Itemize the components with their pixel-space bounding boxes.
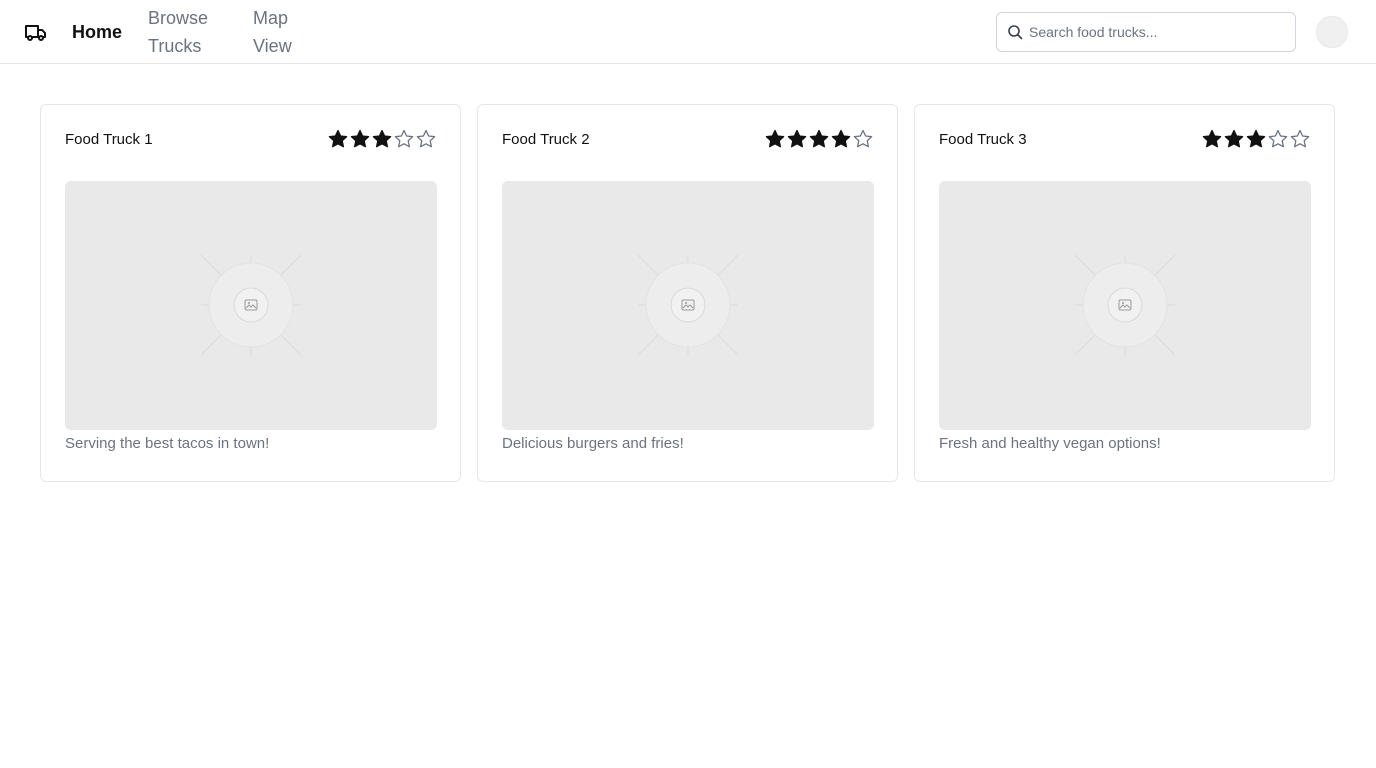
image-placeholder-icon — [200, 254, 302, 356]
nav-map-line1: Map — [253, 8, 289, 28]
search-input[interactable] — [1029, 13, 1289, 51]
star-filled-icon — [1246, 129, 1266, 148]
truck-icon[interactable] — [24, 21, 48, 43]
star-filled-icon — [1202, 129, 1222, 148]
star-filled-icon — [787, 129, 807, 148]
star-filled-icon — [831, 129, 851, 148]
nav-map-line2: View — [253, 36, 292, 56]
search-icon — [1008, 25, 1023, 40]
star-filled-icon — [809, 129, 829, 148]
rating-stars — [765, 129, 873, 149]
food-truck-grid: Food Truck 1 Serving the best tacos in to… — [40, 104, 1336, 482]
star-empty-icon — [853, 129, 873, 148]
star-filled-icon — [350, 129, 370, 148]
star-filled-icon — [328, 129, 348, 148]
nav-map-view-link[interactable]: Map View — [253, 4, 313, 60]
image-placeholder — [939, 181, 1311, 430]
nav-home-link[interactable]: Home — [72, 19, 122, 45]
nav-browse-line1: Browse — [148, 8, 209, 28]
rating-stars — [1202, 129, 1310, 149]
food-truck-card[interactable]: Food Truck 3 Fresh and healthy vegan opti… — [914, 104, 1335, 482]
food-truck-name: Food Truck 1 — [65, 131, 153, 148]
rating-stars — [328, 129, 436, 149]
star-filled-icon — [1224, 129, 1244, 148]
nav-browse-line2: Trucks — [148, 36, 202, 56]
star-filled-icon — [372, 129, 392, 148]
food-truck-name: Food Truck 2 — [502, 131, 590, 148]
star-filled-icon — [765, 129, 785, 148]
food-truck-description: Serving the best tacos in town! — [65, 435, 270, 452]
food-truck-description: Delicious burgers and fries! — [502, 435, 684, 452]
star-empty-icon — [1290, 129, 1310, 148]
star-empty-icon — [1268, 129, 1288, 148]
image-placeholder — [502, 181, 874, 430]
avatar[interactable] — [1316, 16, 1348, 48]
search-box — [996, 12, 1296, 52]
food-truck-card[interactable]: Food Truck 2 Delicious burgers and fries! — [477, 104, 898, 482]
nav-browse-trucks-link[interactable]: Browse Trucks — [148, 4, 228, 60]
top-navbar: Home Browse Trucks Map View — [0, 0, 1376, 64]
food-truck-name: Food Truck 3 — [939, 131, 1027, 148]
star-empty-icon — [394, 129, 414, 148]
image-placeholder-icon — [637, 254, 739, 356]
star-empty-icon — [416, 129, 436, 148]
image-placeholder — [65, 181, 437, 430]
food-truck-card[interactable]: Food Truck 1 Serving the best tacos in to… — [40, 104, 461, 482]
food-truck-description: Fresh and healthy vegan options! — [939, 435, 1161, 452]
image-placeholder-icon — [1074, 254, 1176, 356]
